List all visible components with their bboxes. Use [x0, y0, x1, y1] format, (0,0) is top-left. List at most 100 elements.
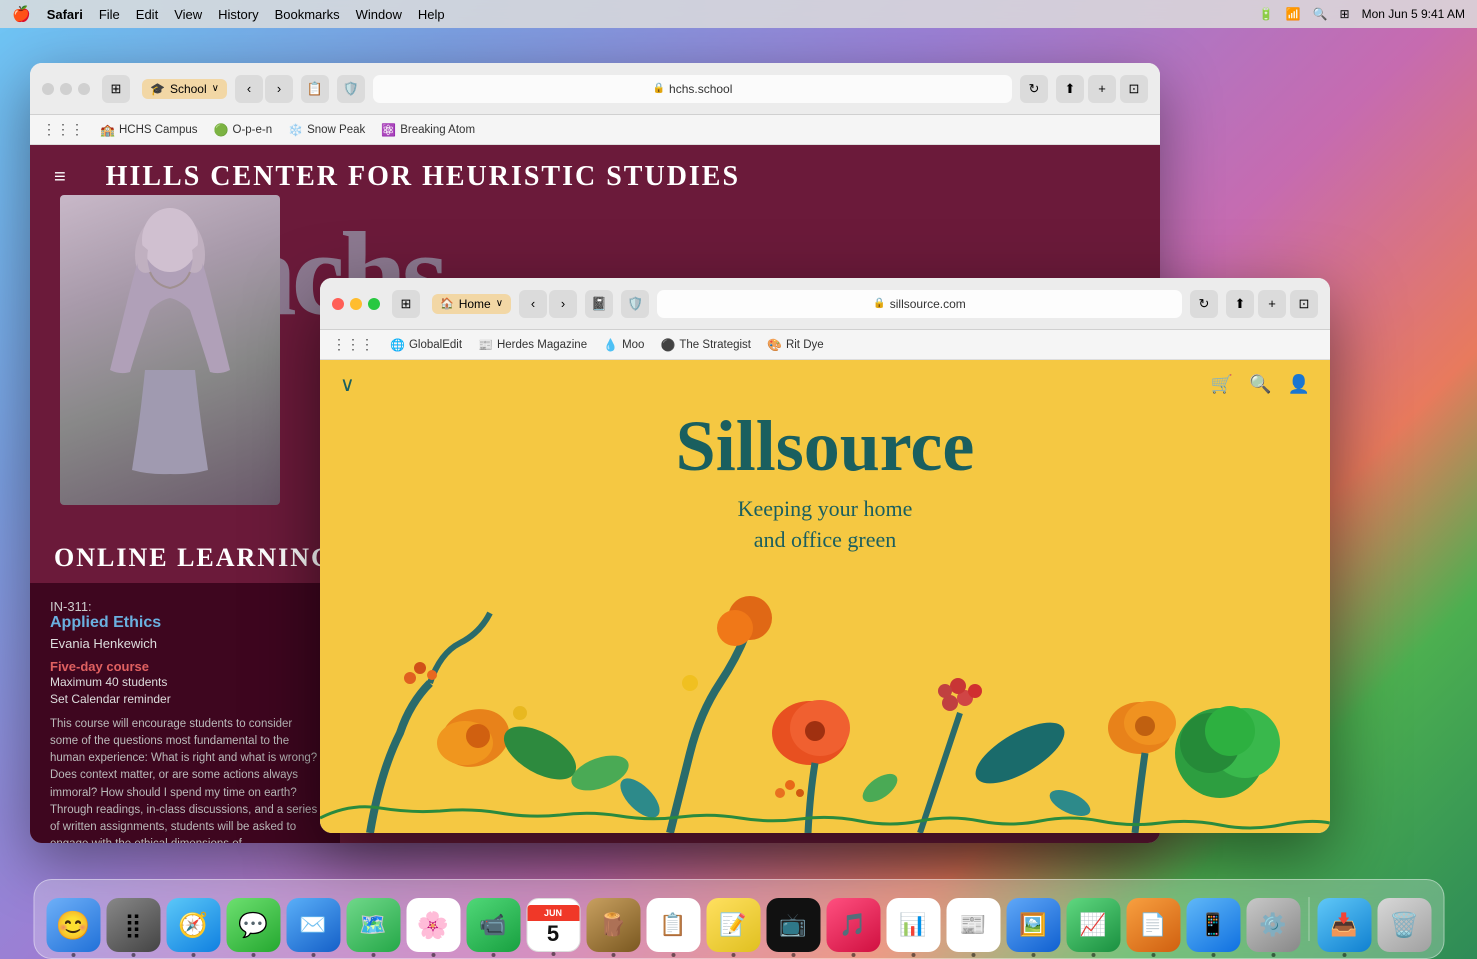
dock-finder[interactable]: 😊 [46, 898, 100, 952]
account-icon[interactable]: 👤 [1288, 374, 1310, 395]
sidebar-toggle[interactable]: ⊞ [102, 75, 130, 103]
bookmark-globaledit[interactable]: 🌐 GlobalEdit [390, 338, 462, 352]
new-tab-button[interactable]: + [1088, 75, 1116, 103]
dock-apple-tv[interactable]: 📺 [766, 898, 820, 952]
dock-notes[interactable]: 📝 [706, 898, 760, 952]
menu-history[interactable]: History [218, 7, 258, 22]
dock-airdrop[interactable]: 📥 [1317, 898, 1371, 952]
dock-trash[interactable]: 🗑️ [1377, 898, 1431, 952]
reading-list-button[interactable]: 📋 [301, 75, 329, 103]
course-duration-link[interactable]: Five-day course [50, 659, 320, 674]
apple-menu[interactable]: 🍎 [12, 5, 31, 23]
school-name: HILLS CENTER FOR HEURISTIC STUDIES [106, 161, 740, 193]
forward-button[interactable]: › [549, 290, 577, 318]
forward-button[interactable]: › [265, 75, 293, 103]
home-icon: 🏠 [440, 297, 454, 310]
menu-help[interactable]: Help [418, 7, 445, 22]
menu-view[interactable]: View [174, 7, 202, 22]
browser-window-sillsource: ⊞ 🏠 Home ∨ ‹ › 📓 🛡️ 🔒 sillsource.com ↻ ⬆… [320, 278, 1330, 833]
dock-numbers[interactable]: 📈 [1066, 898, 1120, 952]
menu-file[interactable]: File [99, 7, 120, 22]
menu-window[interactable]: Window [356, 7, 402, 22]
nav-icons: 🛒 🔍 👤 [1211, 374, 1310, 395]
bookmarks-bar-sillsource: ⋮⋮⋮ 🌐 GlobalEdit 📰 Herdes Magazine 💧 Moo… [320, 330, 1330, 360]
sillsource-subtitle: Keeping your homeand office green [320, 494, 1330, 556]
hamburger-menu[interactable]: ≡ [54, 166, 66, 189]
back-button[interactable]: ‹ [519, 290, 547, 318]
sillsource-title: Sillsource [320, 410, 1330, 482]
menu-edit[interactable]: Edit [136, 7, 158, 22]
toolbar-school: ⊞ 🎓 School ∨ ‹ › 📋 🛡️ 🔒 hchs.school ↻ ⬆ … [30, 63, 1160, 115]
close-button[interactable] [42, 83, 54, 95]
show-tabs-button[interactable]: ⊡ [1290, 290, 1318, 318]
maximize-button[interactable] [78, 83, 90, 95]
show-tabs-button[interactable]: ⊡ [1120, 75, 1148, 103]
toolbar-actions: ⬆ + ⊡ [1226, 290, 1318, 318]
shield-button[interactable]: 🛡️ [621, 290, 649, 318]
dock-calendar[interactable]: JUN 5 [526, 898, 580, 952]
maximize-button[interactable] [368, 298, 380, 310]
dock-keynote[interactable]: 🖼️ [1006, 898, 1060, 952]
dock-settings[interactable]: ⚙️ [1246, 898, 1300, 952]
sillsource-website: ∨ 🛒 🔍 👤 Sillsource Keeping your homeand … [320, 360, 1330, 833]
dock-safari[interactable]: 🧭 [166, 898, 220, 952]
dock-news[interactable]: 📰 [946, 898, 1000, 952]
bookmark-moo[interactable]: 💧 Moo [603, 338, 644, 352]
close-button[interactable] [332, 298, 344, 310]
dock-maps[interactable]: 🗺️ [346, 898, 400, 952]
share-button[interactable]: ⬆ [1226, 290, 1254, 318]
address-bar-school[interactable]: 🔒 hchs.school [373, 75, 1012, 103]
nav-buttons: ‹ › [235, 75, 293, 103]
reload-button[interactable]: ↻ [1020, 75, 1048, 103]
toolbar-sillsource: ⊞ 🏠 Home ∨ ‹ › 📓 🛡️ 🔒 sillsource.com ↻ ⬆… [320, 278, 1330, 330]
app-name[interactable]: Safari [47, 7, 83, 22]
bookmark-strategist[interactable]: ⚫ The Strategist [660, 338, 751, 352]
bookmark-icon: 🟢 [214, 123, 229, 137]
menu-chevron-icon[interactable]: ∨ [340, 372, 355, 397]
bookmark-breaking-atom[interactable]: ⚛️ Breaking Atom [381, 123, 475, 137]
dock-pages[interactable]: 📄 [1126, 898, 1180, 952]
back-button[interactable]: ‹ [235, 75, 263, 103]
notist-button[interactable]: 📓 [585, 290, 613, 318]
share-button[interactable]: ⬆ [1056, 75, 1084, 103]
grid-icon[interactable]: ⋮⋮⋮ [42, 121, 84, 138]
search-icon[interactable]: 🔍 [1313, 7, 1328, 21]
minimize-button[interactable] [60, 83, 72, 95]
bookmarks-bar-school: ⋮⋮⋮ 🏫 HCHS Campus 🟢 O-p-e-n ❄️ Snow Peak… [30, 115, 1160, 145]
bookmark-herdes[interactable]: 📰 Herdes Magazine [478, 338, 587, 352]
minimize-button[interactable] [350, 298, 362, 310]
bookmark-snowpeak[interactable]: ❄️ Snow Peak [288, 123, 365, 137]
bookmark-hchs[interactable]: 🏫 HCHS Campus [100, 123, 198, 137]
address-bar-sillsource[interactable]: 🔒 sillsource.com [657, 290, 1182, 318]
dock-facetime[interactable]: 📹 [466, 898, 520, 952]
traffic-lights-school [42, 83, 90, 95]
tab-home[interactable]: 🏠 Home ∨ [432, 294, 511, 314]
course-name: Applied Ethics [50, 614, 320, 632]
bookmark-icon: 📰 [478, 338, 493, 352]
dock-keka[interactable]: 🪵 [586, 898, 640, 952]
bookmark-icon: ❄️ [288, 123, 303, 137]
dock-freeform[interactable]: 📊 [886, 898, 940, 952]
dock-appstore[interactable]: 📱 [1186, 898, 1240, 952]
cart-icon[interactable]: 🛒 [1211, 374, 1233, 395]
bookmark-ritdye[interactable]: 🎨 Rit Dye [767, 338, 824, 352]
menu-bookmarks[interactable]: Bookmarks [275, 7, 340, 22]
shield-button[interactable]: 🛡️ [337, 75, 365, 103]
dock-photos[interactable]: 🌸 [406, 898, 460, 952]
bookmark-icon: 🎨 [767, 338, 782, 352]
reload-button[interactable]: ↻ [1190, 290, 1218, 318]
dock-launchpad[interactable]: ⣿ [106, 898, 160, 952]
dock-music[interactable]: 🎵 [826, 898, 880, 952]
control-center-icon[interactable]: ⊞ [1340, 7, 1350, 21]
sidebar-toggle[interactable]: ⊞ [392, 290, 420, 318]
dock-reminders[interactable]: 📋 [646, 898, 700, 952]
dock-mail[interactable]: ✉️ [286, 898, 340, 952]
grid-icon[interactable]: ⋮⋮⋮ [332, 336, 374, 353]
new-tab-button[interactable]: + [1258, 290, 1286, 318]
dock-messages[interactable]: 💬 [226, 898, 280, 952]
menubar-left: 🍎 Safari File Edit View History Bookmark… [12, 5, 445, 23]
search-icon[interactable]: 🔍 [1249, 374, 1271, 395]
tab-school[interactable]: 🎓 School ∨ [142, 79, 227, 99]
bookmark-open[interactable]: 🟢 O-p-e-n [214, 123, 273, 137]
course-panel: IN-311: Applied Ethics Evania Henkewich … [30, 583, 340, 843]
